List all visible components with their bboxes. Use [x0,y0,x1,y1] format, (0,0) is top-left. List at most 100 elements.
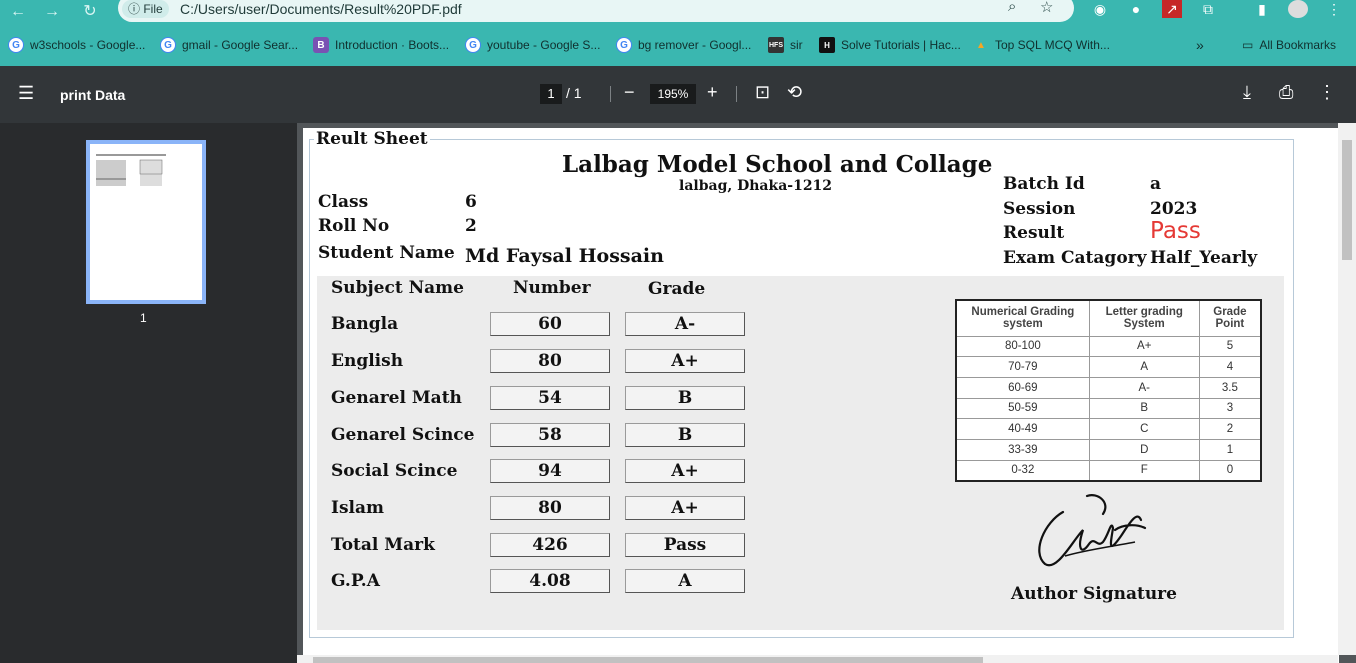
thumbnail-page-number: 1 [140,311,147,325]
google-icon: G [160,37,176,53]
bookmark-item[interactable]: Gbg remover - Googl... [616,34,751,56]
zoom-in-icon[interactable]: + [707,82,718,103]
grading-table: Numerical Grading system Letter grading … [955,299,1262,482]
grading-cell: A- [1088,376,1200,399]
grading-cell: 4 [1198,356,1262,378]
grade-cell: B [625,423,745,447]
more-bookmarks-icon[interactable]: » [1196,34,1204,56]
subject-name: Islam [331,498,384,518]
signature-image [1038,494,1147,567]
page-thumbnail[interactable] [86,140,206,304]
subject-header: Subject Name [331,278,464,298]
bookmark-item[interactable]: ▲ Top SQL MCQ With... [973,34,1110,56]
grading-row: 80-100 A+ 5 [955,335,1262,358]
bookmark-item[interactable]: B Introduction · Boots... [313,34,449,56]
url-text[interactable]: C:/Users/user/Documents/Result%20PDF.pdf [180,1,462,17]
grading-cell: 5 [1198,335,1262,358]
grade-cell: A+ [625,496,745,520]
number-cell: 426 [490,533,610,557]
zoom-icon[interactable]: ⌕ [1008,0,1016,15]
all-bookmarks[interactable]: ▭ All Bookmarks [1242,34,1336,56]
number-header: Number [513,278,591,298]
bookmark-item[interactable]: H Solve Tutorials | Hac... [819,34,961,56]
grading-body: 80-100 A+ 5 70-79 A 4 60-69 A- 3.5 50-59 B 3 40-49 C 2… [955,335,1262,482]
google-icon: G [465,37,481,53]
bookmark-item[interactable]: HFS sir [768,34,803,56]
forward-icon[interactable]: → [40,2,64,22]
zoom-out-icon[interactable]: − [624,82,635,103]
bookmark-item[interactable]: Ggmail - Google Sear... [160,34,298,56]
star-icon[interactable]: ☆ [1040,0,1053,16]
grading-row: 70-79 A 4 [955,356,1262,378]
puzzle-icon[interactable]: ⧉ [1198,0,1218,18]
grading-cell: 1 [1198,439,1262,461]
menu-icon[interactable]: ⋮ [1324,0,1344,18]
nav-row: ← → ↻ ⓘ File C:/Users/user/Documents/Res… [0,0,1356,28]
vertical-scroll-thumb[interactable] [1342,140,1352,260]
grade-header: Grade [648,279,706,299]
page-total: / 1 [566,85,582,101]
google-icon: G [616,37,632,53]
bookmark-item[interactable]: Gw3schools - Google... [8,34,145,56]
grading-cell: 60-69 [955,376,1090,399]
thumbnail-preview [96,154,166,186]
document-title: print Data [60,87,126,103]
grading-cell: F [1088,459,1200,482]
info-icon: ⓘ [128,2,144,16]
bookmarks-bar: Gw3schools - Google... Ggmail - Google S… [0,34,1356,56]
grading-cell: B [1088,397,1200,420]
number-cell: 80 [490,496,610,520]
reload-icon[interactable]: ↻ [78,2,102,22]
zoom-input[interactable]: 195% [650,84,696,104]
rotate-icon[interactable]: ⟲ [787,82,802,103]
folder-icon: ▭ [1242,38,1254,52]
class-value: 6 [465,192,477,212]
fit-page-icon[interactable]: ⊡ [755,82,770,103]
grading-cell: 70-79 [955,356,1090,378]
hamburger-icon[interactable]: ☰ [18,83,34,104]
grading-cell: 3.5 [1198,376,1262,399]
exam-category-value: Half_Yearly [1150,248,1258,268]
grading-cell: 2 [1198,418,1262,441]
grade-cell: A+ [625,459,745,483]
grading-cell: 33-39 [955,439,1090,461]
horizontal-scroll-thumb[interactable] [313,657,983,663]
more-icon[interactable]: ⋮ [1318,82,1336,103]
address-bar[interactable]: ⓘ File C:/Users/user/Documents/Result%20… [118,0,1074,22]
extension-icon[interactable]: ● [1126,0,1146,18]
grading-cell: 0 [1198,459,1262,482]
grading-row: 0-32 F 0 [955,459,1262,482]
grading-cell: D [1088,439,1200,461]
grading-header: Letter grading System [1088,299,1200,337]
grading-cell: 3 [1198,397,1262,420]
file-chip[interactable]: ⓘ File [122,0,169,18]
sidepanel-icon[interactable]: ▮ [1252,0,1272,18]
result-label: Result [1003,223,1065,243]
subject-name: Bangla [331,314,399,334]
extension-icon[interactable]: ◉ [1090,0,1110,18]
grading-cell: C [1088,418,1200,441]
grading-row: 50-59 B 3 [955,397,1262,420]
subject-name: English [331,351,404,371]
bookmark-item[interactable]: Gyoutube - Google S... [465,34,600,56]
grading-header-row: Numerical Grading system Letter grading … [955,299,1262,337]
browser-chrome: ← → ↻ ⓘ File C:/Users/user/Documents/Res… [0,0,1356,66]
grade-cell: Pass [625,533,745,557]
roll-label: Roll No [318,216,390,236]
school-address: lalbag, Dhaka-1212 [679,178,833,194]
grading-row: 33-39 D 1 [955,439,1262,461]
subject-name: Social Scince [331,461,458,481]
hfs-icon: HFS [768,37,784,53]
grade-cell: A+ [625,349,745,373]
extension-icon[interactable]: ↗ [1162,0,1182,18]
session-label: Session [1003,199,1076,219]
back-icon[interactable]: ← [6,2,30,22]
divider [736,86,737,102]
print-icon[interactable]: ⎙ [1279,82,1293,103]
grade-cell: A [625,569,745,593]
result-value: Pass [1150,218,1201,244]
avatar[interactable] [1288,0,1308,18]
number-cell: 94 [490,459,610,483]
page-input[interactable]: 1 [540,84,562,104]
download-icon[interactable]: ⤓ [1243,82,1251,103]
